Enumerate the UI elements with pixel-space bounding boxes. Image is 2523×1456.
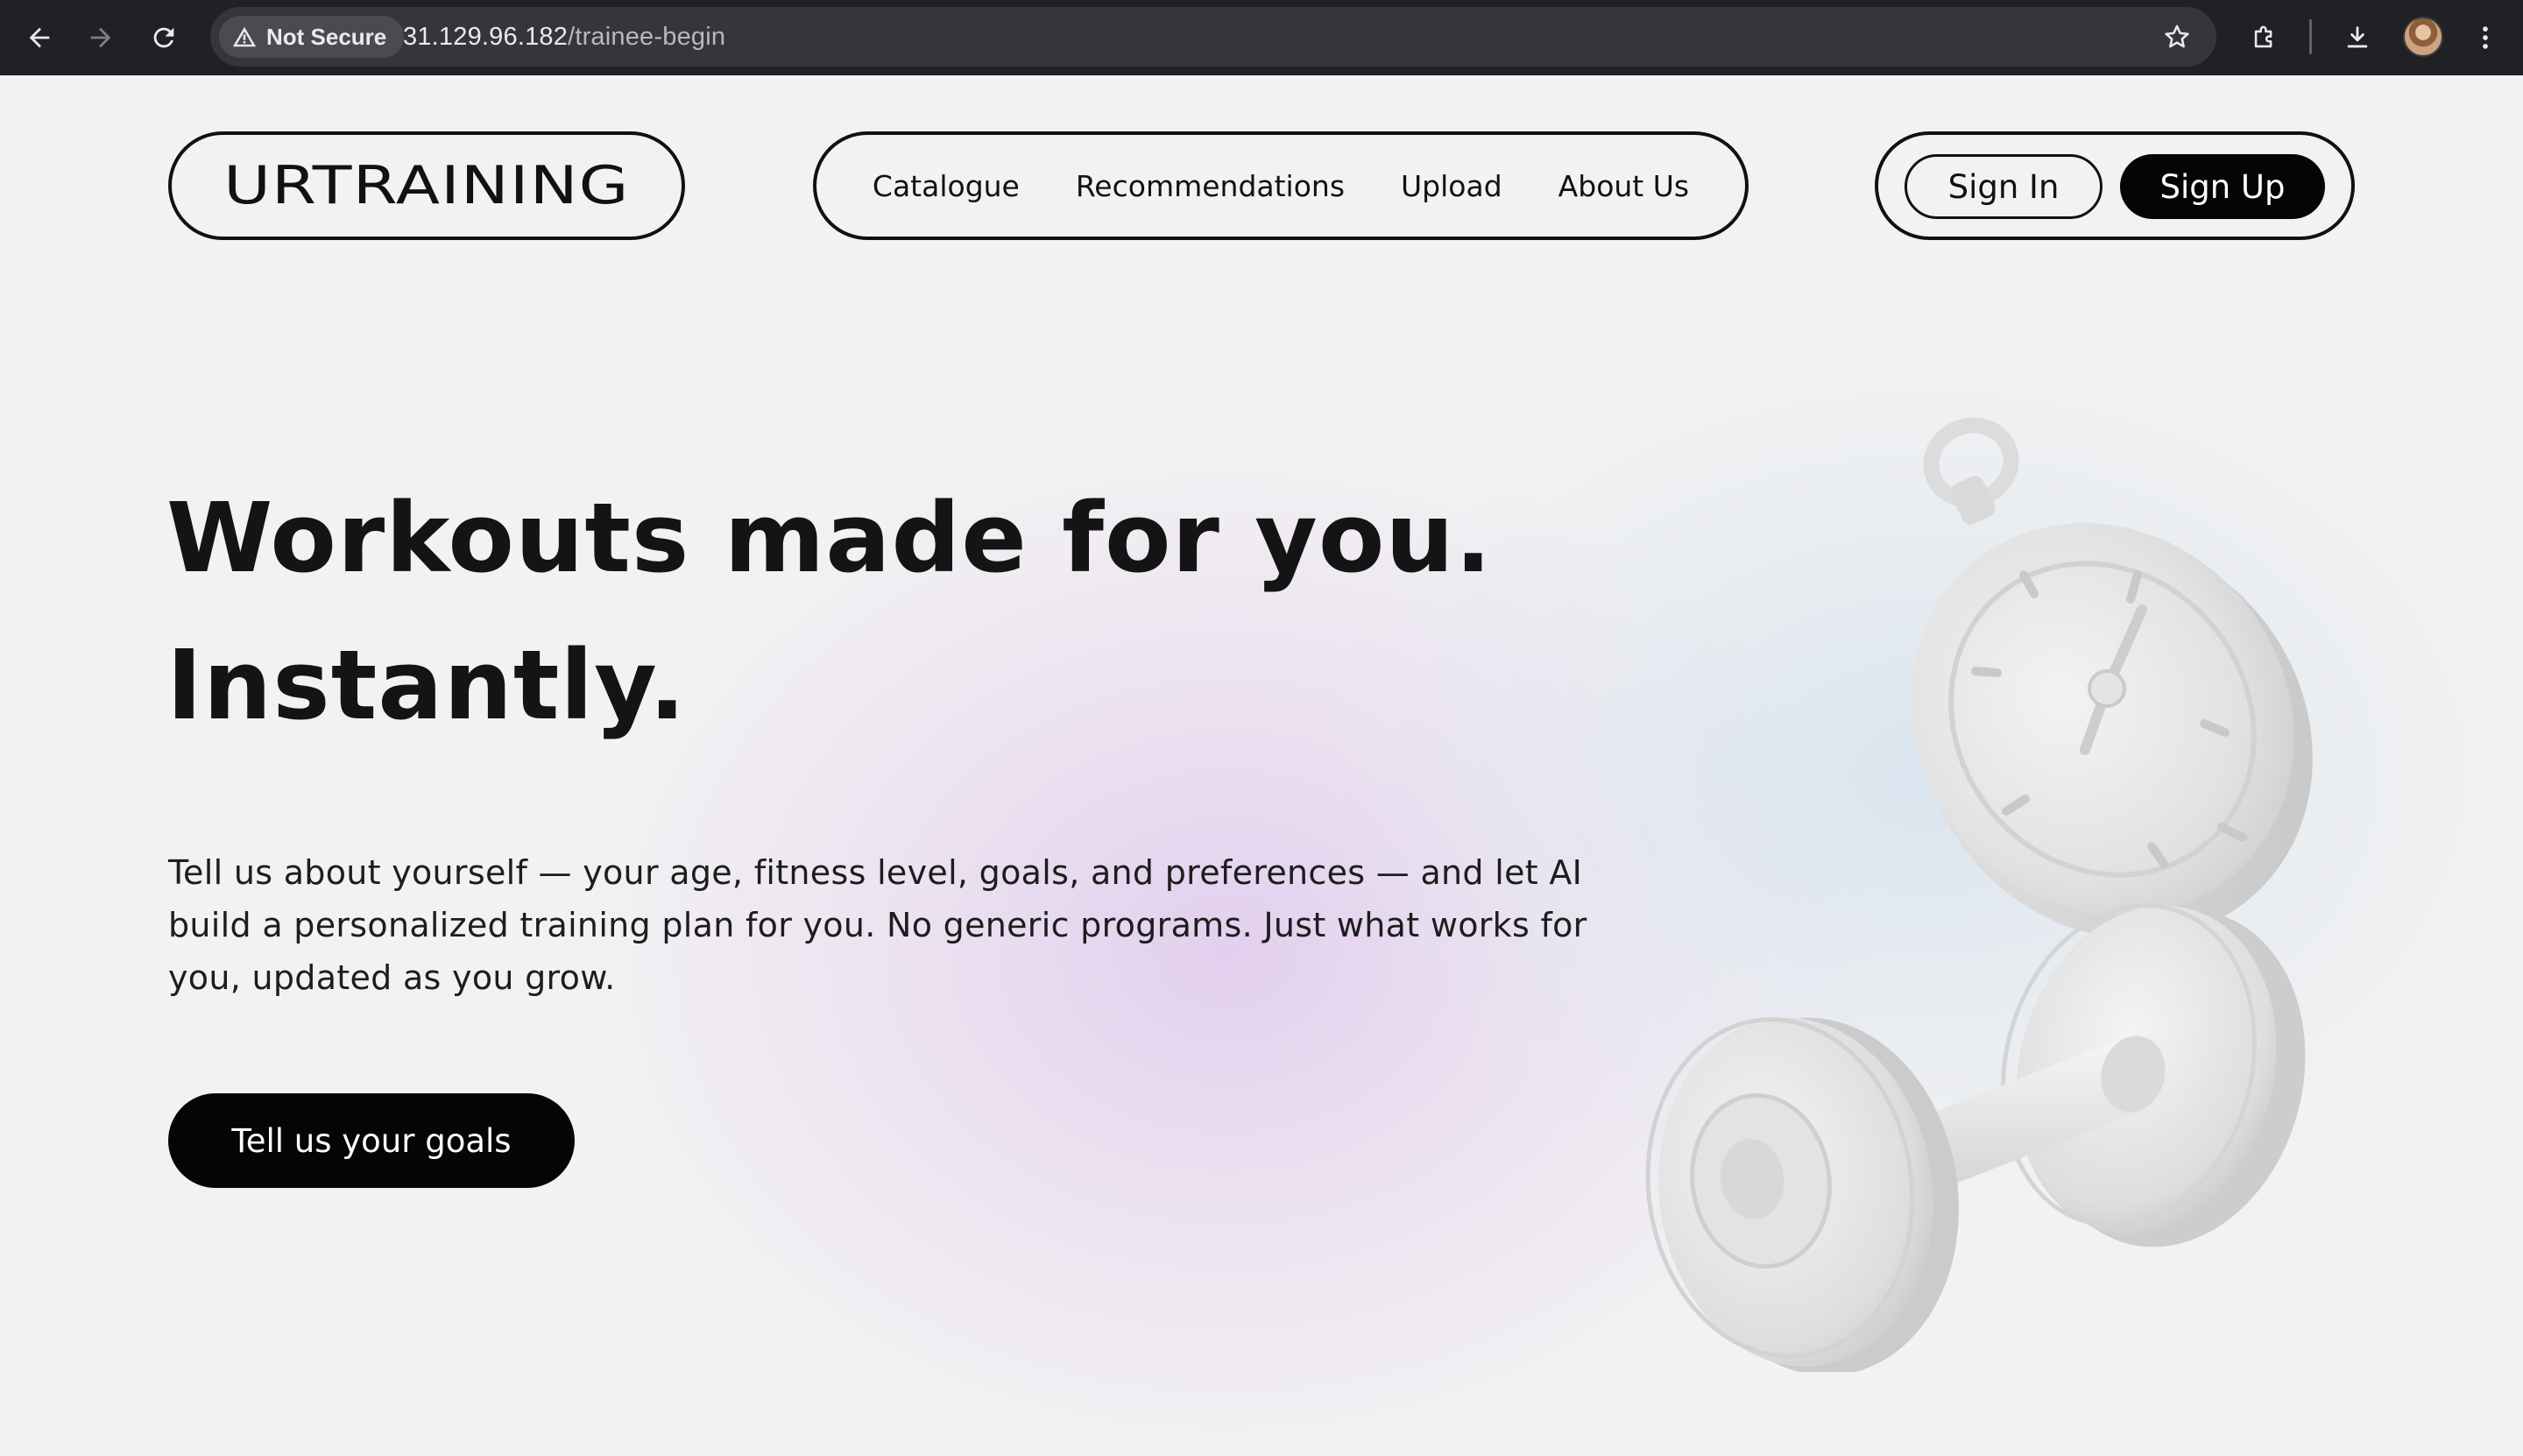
- reload-icon: [153, 27, 174, 48]
- security-label: Not Secure: [266, 23, 387, 50]
- nav-recommendations[interactable]: Recommendations: [1076, 169, 1345, 203]
- hero-description: Tell us about yourself — your age, fitne…: [168, 853, 1587, 997]
- hero-title-line-1: Workouts made for you.: [166, 482, 1493, 594]
- nav-upload[interactable]: Upload: [1401, 169, 1502, 203]
- stopwatch-icon: [1911, 417, 2313, 939]
- kebab-menu-icon: [2483, 26, 2488, 49]
- warning-triangle-icon: [232, 26, 257, 47]
- puzzle-icon: [2254, 25, 2272, 48]
- url-path: /trainee-begin: [568, 23, 726, 51]
- hero-title: Workouts made for you. Instantly.: [166, 464, 1568, 759]
- reload-button[interactable]: [142, 16, 186, 60]
- download-icon: [2347, 26, 2368, 48]
- logo: URTRAINING: [223, 155, 630, 216]
- star-icon: [2165, 25, 2189, 48]
- nav-catalogue[interactable]: Catalogue: [873, 169, 1020, 203]
- profile-avatar[interactable]: [2403, 17, 2443, 57]
- hero-title-line-2: Instantly.: [166, 629, 687, 741]
- back-button[interactable]: [18, 16, 61, 60]
- main-nav: Catalogue Recommendations Upload About U…: [813, 131, 1749, 240]
- auth-group: Sign In Sign Up: [1875, 131, 2355, 240]
- extensions-button[interactable]: [2243, 16, 2286, 60]
- nav-about-us[interactable]: About Us: [1558, 169, 1689, 203]
- download-button[interactable]: [2336, 16, 2379, 60]
- security-indicator[interactable]: Not Secure: [219, 16, 405, 58]
- address-bar[interactable]: Not Secure 31.129.96.182/trainee-begin: [210, 7, 2216, 67]
- arrow-left-icon: [29, 27, 50, 48]
- sign-up-button[interactable]: Sign Up: [2120, 154, 2325, 219]
- menu-button[interactable]: [2463, 16, 2507, 60]
- url-host: 31.129.96.182: [403, 23, 569, 51]
- bookmark-button[interactable]: [2159, 18, 2195, 55]
- page: URTRAINING Catalogue Recommendations Upl…: [0, 75, 2523, 1456]
- url-text[interactable]: 31.129.96.182/trainee-begin: [403, 7, 725, 67]
- arrow-right-icon: [90, 27, 111, 48]
- sign-in-button[interactable]: Sign In: [1905, 154, 2102, 219]
- forward-button[interactable]: [79, 16, 123, 60]
- browser-toolbar: Not Secure 31.129.96.182/trainee-begin: [0, 0, 2523, 75]
- logo-link[interactable]: URTRAINING: [168, 131, 685, 240]
- dumbbell-icon: [1645, 903, 2306, 1372]
- toolbar-divider: [2309, 19, 2312, 54]
- stopwatch-and-dumbbell-illustration: [1645, 417, 2313, 1372]
- tell-us-your-goals-button[interactable]: Tell us your goals: [168, 1093, 575, 1188]
